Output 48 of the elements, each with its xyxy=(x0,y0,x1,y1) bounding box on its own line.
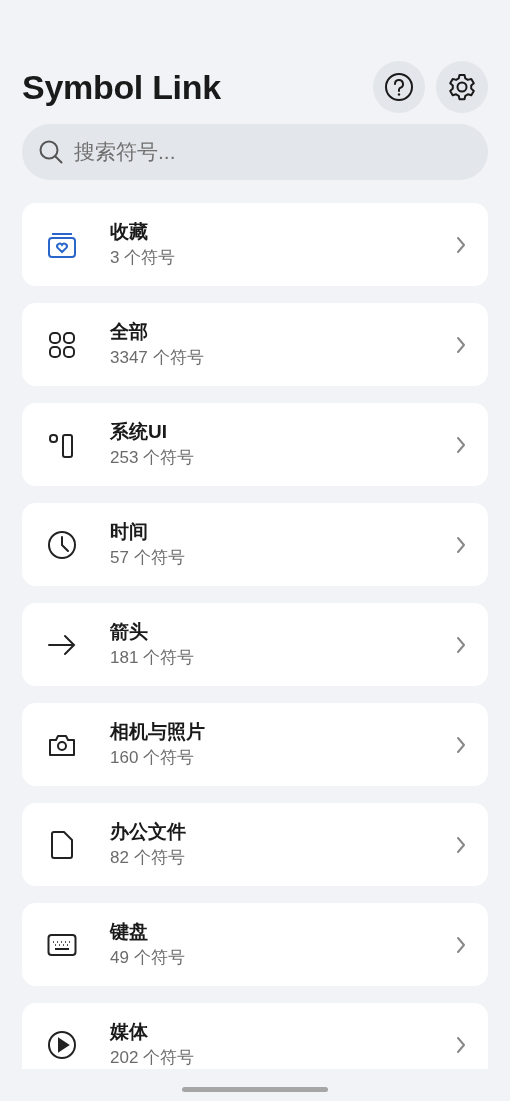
category-name: 键盘 xyxy=(110,920,149,944)
category-name: 箭头 xyxy=(110,620,149,644)
category-name: 媒体 xyxy=(110,1020,149,1044)
help-button[interactable] xyxy=(373,61,425,113)
document-icon xyxy=(49,829,75,860)
category-card[interactable]: 收藏 3 个符号 xyxy=(22,203,488,286)
help-icon xyxy=(384,72,414,102)
chevron-icon xyxy=(456,635,466,654)
category-card[interactable]: 媒体 202 个符号 xyxy=(22,1003,488,1069)
category-card[interactable]: 键盘 49 个符号 xyxy=(22,903,488,986)
category-card[interactable]: 办公文件 82 个符号 xyxy=(22,803,488,886)
symbol-count: 57 个符号 xyxy=(110,547,186,569)
arrow-icon xyxy=(47,632,77,657)
symbol-count: 181 个符号 xyxy=(110,647,196,669)
settings-icon xyxy=(447,72,477,102)
symbol-count: 202 个符号 xyxy=(110,1047,196,1069)
symbol-count: 3 个符号 xyxy=(110,247,177,269)
chevron-icon xyxy=(456,735,466,754)
symbol-count: 253 个符号 xyxy=(110,447,196,469)
chevron-icon xyxy=(456,835,466,854)
category-name: 系统UI xyxy=(110,420,168,444)
search-field[interactable]: 搜索符号... xyxy=(22,124,488,180)
symbol-count: 3347 个符号 xyxy=(110,347,205,369)
grid-icon xyxy=(48,330,76,359)
chevron-icon xyxy=(456,435,466,454)
settings-button[interactable] xyxy=(436,61,488,113)
chevron-icon xyxy=(456,335,466,354)
category-name: 收藏 xyxy=(110,220,149,244)
clock-icon xyxy=(46,528,78,561)
category-name: 全部 xyxy=(110,320,149,344)
play-icon xyxy=(46,1028,78,1061)
category-name: 相机与照片 xyxy=(110,720,206,744)
symbol-count: 160 个符号 xyxy=(110,747,196,769)
category-name: 时间 xyxy=(110,520,149,544)
category-card[interactable]: 箭头 181 个符号 xyxy=(22,603,488,686)
category-card[interactable]: 相机与照片 160 个符号 xyxy=(22,703,488,786)
category-card[interactable]: 全部 3347 个符号 xyxy=(22,303,488,386)
category-card[interactable]: 系统UI 253 个符号 xyxy=(22,403,488,486)
chevron-icon xyxy=(456,235,466,254)
category-card[interactable]: 时间 57 个符号 xyxy=(22,503,488,586)
chevron-icon xyxy=(456,935,466,954)
symbol-count: 49 个符号 xyxy=(110,947,186,969)
category-name: 办公文件 xyxy=(110,820,187,844)
chevron-icon xyxy=(456,1035,466,1054)
chevron-icon xyxy=(456,535,466,554)
app-title: Symbol Link xyxy=(22,67,221,107)
keyboard-icon xyxy=(47,932,77,957)
symbol-count: 82 个符号 xyxy=(110,847,186,869)
